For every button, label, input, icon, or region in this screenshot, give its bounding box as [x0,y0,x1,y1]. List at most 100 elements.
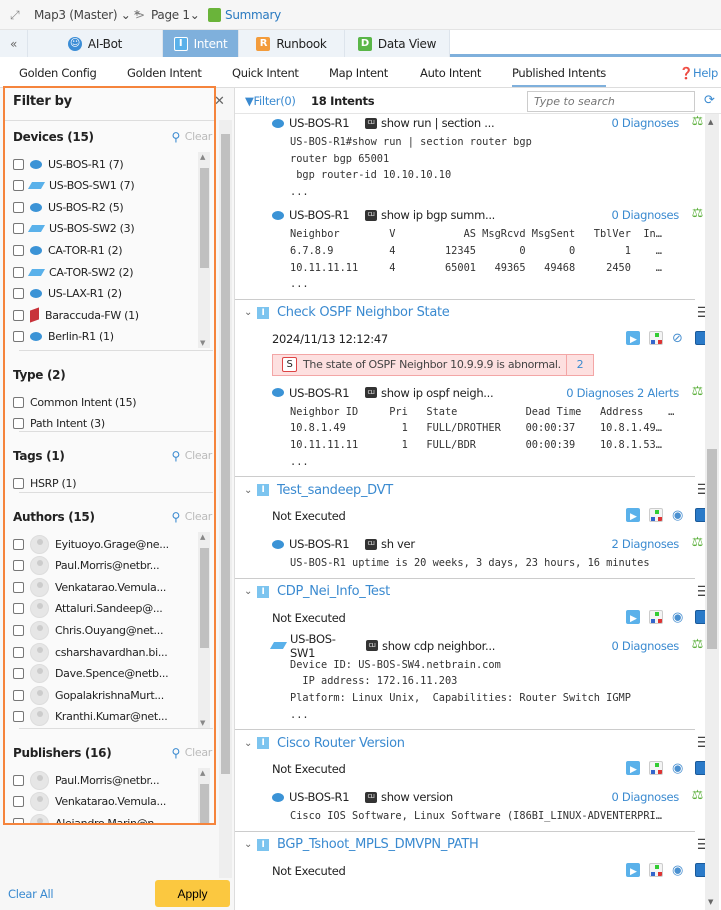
chart-button[interactable] [695,330,705,345]
tab-intent[interactable]: I Intent [163,30,239,57]
authors-option[interactable]: Chris.Ouyang@net... [13,620,163,640]
publishers-option[interactable]: Paul.Morris@netbr... [13,770,160,790]
diagnoses-link[interactable]: 0 Diagnoses [612,208,680,222]
diagnoses-link[interactable]: 2 Diagnoses [612,537,680,551]
checkbox[interactable] [13,538,24,550]
checkbox[interactable] [13,774,24,786]
subtab-map-intent[interactable]: Map Intent [329,66,388,80]
alerts-count[interactable]: 2 Alerts [637,386,679,400]
device-name[interactable]: US-BOS-R1 [289,386,359,400]
topology-button[interactable] [649,330,663,345]
menu-icon[interactable]: ☰ [697,837,705,853]
checkbox[interactable] [13,796,24,808]
scale-icon[interactable]: ⚖ [692,114,704,129]
chevron-down-icon[interactable]: ⌄ [239,839,257,850]
chart-button[interactable] [695,609,705,624]
device-name[interactable]: US-BOS-SW1 [290,632,360,660]
summary-link[interactable]: Summary [225,8,281,22]
apply-button[interactable]: Apply [155,880,230,907]
chart-button[interactable] [695,862,705,877]
devices-clear-link[interactable]: Clear [185,130,213,143]
intent-title[interactable]: Test_sandeep_DVT [277,483,393,498]
hide-icon[interactable]: ⊘ [672,331,686,345]
search-input[interactable] [527,91,695,112]
checkbox[interactable] [13,581,24,593]
checkbox[interactable] [13,817,24,823]
intent-title[interactable]: CDP_Nei_Info_Test [277,584,390,599]
clear-all-link[interactable]: Clear All [8,887,54,901]
menu-icon[interactable]: ☰ [697,482,705,498]
devices-option[interactable]: US-BOS-SW1 (7) [13,176,135,196]
eye-icon[interactable]: ◉ [672,761,686,776]
checkbox[interactable] [13,288,24,300]
run-button[interactable]: ▶ [626,330,640,345]
topology-button[interactable] [649,761,663,776]
checkbox[interactable] [13,560,24,572]
device-name[interactable]: US-BOS-R1 [289,537,359,551]
eye-icon[interactable]: ◉ [672,610,686,624]
menu-icon[interactable]: ☰ [697,584,705,600]
command-label[interactable]: show version [381,790,453,804]
tab-data-view[interactable]: D Data View [345,30,450,57]
checkbox[interactable] [13,646,24,658]
intent-title[interactable]: BGP_Tshoot_MPLS_DMVPN_PATH [277,837,479,852]
run-button[interactable]: ▶ [626,862,640,877]
tags-option[interactable]: HSRP (1) [13,473,77,493]
devices-scrollbar[interactable]: ▲ ▼ [198,152,210,348]
checkbox[interactable] [13,331,24,343]
command-label[interactable]: show run | section ... [381,116,495,130]
authors-option[interactable]: csharshavardhan.bi... [13,642,168,662]
authors-option[interactable]: Venkatarao.Vemula... [13,577,166,597]
publishers-clear-link[interactable]: Clear [185,746,213,759]
map-selector[interactable]: Map3 (Master) ⌄ * [34,8,140,22]
help-link[interactable]: ❓Help [679,66,718,80]
filter-scrollbar[interactable] [219,120,232,878]
menu-icon[interactable]: ☰ [697,735,705,751]
command-label[interactable]: show ip ospf neigh... [381,386,494,400]
devices-option[interactable]: Baraccuda-FW (1) [13,305,139,325]
devices-option[interactable]: US-BOS-SW2 (3) [13,219,135,239]
expand-icon[interactable]: ⤢ [10,8,20,23]
authors-search-icon[interactable]: ⚲ [172,510,181,524]
devices-option[interactable]: Berlin-R1 (1) [13,327,114,347]
devices-option[interactable]: CA-TOR-R1 (2) [13,240,123,260]
scale-icon[interactable]: ⚖ [692,788,704,803]
authors-option[interactable]: GopalakrishnaMurt... [13,685,164,705]
devices-search-icon[interactable]: ⚲ [172,130,181,144]
collapse-button[interactable]: « [0,30,28,57]
run-button[interactable]: ▶ [626,761,640,776]
scale-icon[interactable]: ⚖ [692,535,704,550]
authors-option[interactable]: Eyituoyo.Grage@ne... [13,534,169,554]
scale-icon[interactable]: ⚖ [692,384,704,399]
checkbox[interactable] [13,689,24,701]
scale-icon[interactable]: ⚖ [692,637,704,652]
intent-title[interactable]: Cisco Router Version [277,736,405,751]
devices-option[interactable]: CA-TOR-SW2 (2) [13,262,134,282]
alert-banner[interactable]: S The state of OSPF Neighbor 10.9.9.9 is … [272,353,594,376]
checkbox[interactable] [13,603,24,615]
authors-clear-link[interactable]: Clear [185,510,213,523]
main-scrollbar[interactable]: ▲ ▼ [705,114,719,910]
tags-clear-link[interactable]: Clear [185,449,213,462]
tab-ai-bot[interactable]: ☺ AI-Bot [28,30,163,57]
chevron-down-icon[interactable]: ⌄ [239,738,257,749]
menu-icon[interactable]: ☰ [697,305,705,321]
checkbox[interactable] [13,180,24,192]
eye-icon[interactable]: ◉ [672,863,686,877]
authors-option[interactable]: Attaluri.Sandeep@... [13,599,163,619]
topology-button[interactable] [649,862,663,877]
devices-option[interactable]: US-BOS-R2 (5) [13,197,124,217]
type-option[interactable]: Common Intent (15) [13,392,137,412]
checkbox[interactable] [13,477,24,489]
checkbox[interactable] [13,223,24,235]
command-label[interactable]: show ip bgp summ... [381,208,495,222]
devices-option[interactable]: US-LAX-R1 (2) [13,284,122,304]
checkbox[interactable] [13,266,24,278]
checkbox[interactable] [13,711,24,723]
chart-button[interactable] [695,508,705,523]
scale-icon[interactable]: ⚖ [692,206,704,221]
chevron-down-icon[interactable]: ⌄ [239,485,257,496]
checkbox[interactable] [13,158,24,170]
publishers-scrollbar[interactable]: ▲▼ [198,768,210,823]
subtab-golden-config[interactable]: Golden Config [19,66,97,80]
